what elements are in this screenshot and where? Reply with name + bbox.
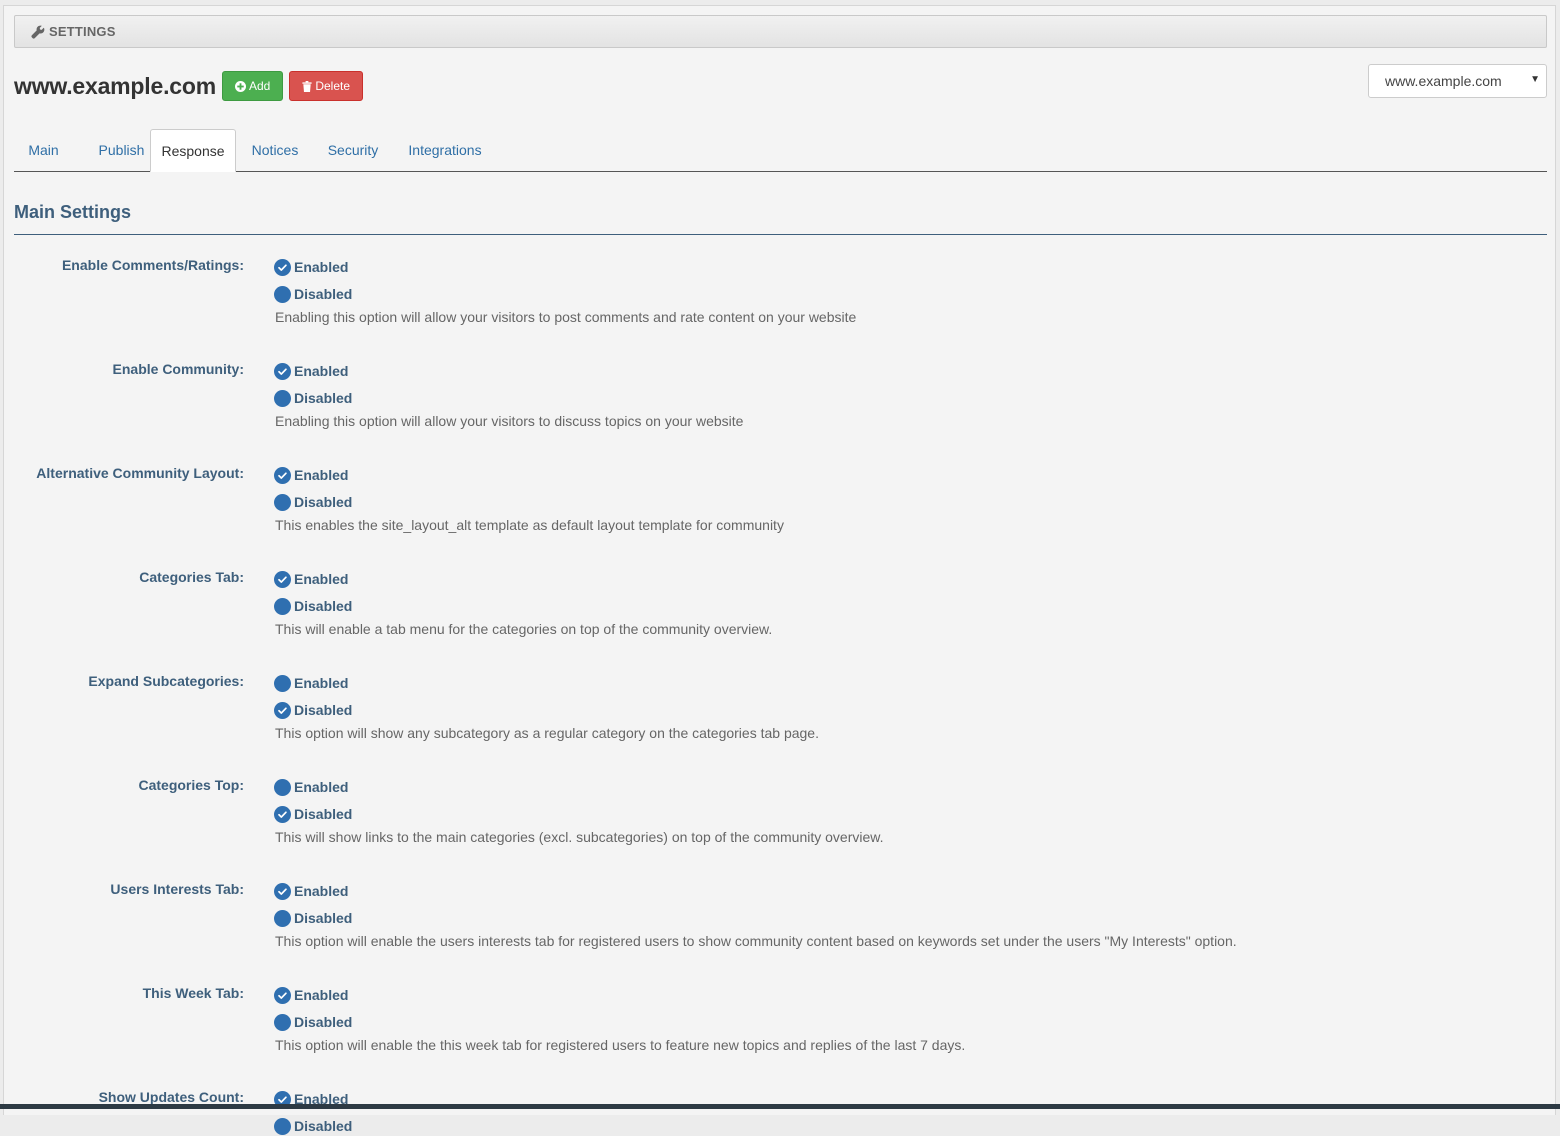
option-label: Disabled: [294, 494, 353, 510]
option-label: Disabled: [294, 1014, 353, 1030]
radio-unchecked-icon[interactable]: [274, 493, 291, 511]
option-enabled[interactable]: Enabled: [274, 881, 348, 901]
radio-checked-icon[interactable]: [274, 466, 291, 484]
setting-description: Enabling this option will allow your vis…: [275, 309, 857, 325]
setting-description: Enabling this option will allow your vis…: [275, 413, 744, 429]
setting-label: Alternative Community Layout:: [36, 465, 244, 481]
setting-label: Categories Top:: [138, 777, 244, 793]
tab-security[interactable]: Security: [320, 129, 386, 171]
radio-checked-icon[interactable]: [274, 362, 291, 380]
option-disabled[interactable]: Disabled: [274, 388, 352, 408]
tab-notices[interactable]: Notices: [243, 129, 307, 171]
option-enabled[interactable]: Enabled: [274, 777, 348, 797]
option-disabled[interactable]: Disabled: [274, 596, 352, 616]
radio-checked-icon[interactable]: [274, 570, 291, 588]
option-disabled[interactable]: Disabled: [274, 908, 352, 928]
option-label: Disabled: [294, 806, 353, 822]
site-title: www.example.com: [14, 72, 216, 99]
setting-label: Enable Community:: [112, 361, 244, 377]
setting-description: This option will show any subcategory as…: [275, 725, 819, 741]
site-title-row: www.example.com Add Delete: [14, 69, 369, 103]
tab-integrations[interactable]: Integrations: [398, 129, 492, 171]
setting-label: Expand Subcategories:: [88, 673, 244, 689]
option-disabled[interactable]: Disabled: [274, 700, 352, 720]
option-disabled[interactable]: Disabled: [274, 804, 352, 824]
option-label: Enabled: [294, 675, 349, 691]
radio-unchecked-icon[interactable]: [274, 1013, 291, 1031]
tab-bar: Main Publish Response Notices Security I…: [14, 129, 1547, 172]
option-label: Enabled: [294, 363, 349, 379]
setting-label: Enable Comments/Ratings:: [61, 257, 244, 273]
delete-button[interactable]: Delete: [289, 71, 363, 101]
setting-description: This option will enable the this week ta…: [275, 1037, 966, 1053]
radio-unchecked-icon[interactable]: [274, 674, 291, 692]
option-label: Disabled: [294, 702, 353, 718]
wrench-icon: [31, 25, 45, 39]
caret-down-icon: ▼: [1530, 74, 1540, 85]
option-enabled[interactable]: Enabled: [274, 673, 348, 693]
tab-main[interactable]: Main: [14, 129, 73, 171]
add-button[interactable]: Add: [221, 71, 284, 101]
setting-description: This enables the site_layout_alt templat…: [275, 517, 784, 533]
option-label: Disabled: [294, 910, 353, 926]
radio-checked-icon[interactable]: [274, 986, 291, 1004]
option-label: Enabled: [294, 779, 349, 795]
section-divider: [14, 234, 1547, 235]
setting-label: Show Updates Count:: [98, 1089, 244, 1105]
radio-unchecked-icon[interactable]: [274, 389, 291, 407]
option-enabled[interactable]: Enabled: [274, 985, 348, 1005]
site-select[interactable]: www.example.com ▼: [1368, 64, 1547, 98]
radio-checked-icon[interactable]: [274, 882, 291, 900]
radio-checked-icon[interactable]: [274, 805, 291, 823]
option-label: Disabled: [294, 1118, 353, 1134]
option-label: Disabled: [294, 390, 353, 406]
setting-label: Categories Tab:: [139, 569, 244, 585]
option-label: Disabled: [294, 598, 353, 614]
radio-unchecked-icon[interactable]: [274, 909, 291, 927]
option-enabled[interactable]: Enabled: [274, 569, 348, 589]
radio-unchecked-icon[interactable]: [274, 285, 291, 303]
delete-button-label: Delete: [315, 79, 350, 93]
option-label: Enabled: [294, 987, 349, 1003]
add-button-label: Add: [248, 79, 271, 93]
settings-frame: SETTINGS www.example.com Add Delete www.…: [3, 5, 1556, 1135]
plus-circle-icon: [234, 80, 246, 92]
section-title: Main Settings: [14, 202, 132, 222]
setting-label: This Week Tab:: [142, 985, 244, 1001]
radio-unchecked-icon[interactable]: [274, 778, 291, 796]
option-label: Enabled: [294, 571, 349, 587]
option-enabled[interactable]: Enabled: [274, 465, 348, 485]
option-label: Enabled: [294, 467, 349, 483]
panel-header: SETTINGS: [14, 15, 1547, 48]
panel-title: SETTINGS: [49, 24, 116, 39]
radio-checked-icon[interactable]: [274, 701, 291, 719]
option-enabled[interactable]: Enabled: [274, 257, 348, 277]
radio-checked-icon[interactable]: [274, 258, 291, 276]
radio-unchecked-icon[interactable]: [274, 1117, 291, 1135]
option-enabled[interactable]: Enabled: [274, 361, 348, 381]
option-label: Disabled: [294, 286, 353, 302]
setting-label: Users Interests Tab:: [110, 881, 244, 897]
option-label: Enabled: [294, 259, 349, 275]
radio-unchecked-icon[interactable]: [274, 597, 291, 615]
trash-icon: [302, 80, 312, 92]
setting-description: This option will enable the users intere…: [275, 933, 1237, 949]
bottom-bar: [0, 1104, 1560, 1109]
setting-description: This will show links to the main categor…: [275, 829, 884, 845]
option-label: Enabled: [294, 883, 349, 899]
option-disabled[interactable]: Disabled: [274, 1012, 352, 1032]
site-select-value: www.example.com: [1385, 73, 1502, 89]
option-disabled[interactable]: Disabled: [274, 1116, 352, 1136]
option-disabled[interactable]: Disabled: [274, 284, 352, 304]
option-disabled[interactable]: Disabled: [274, 492, 352, 512]
tab-response[interactable]: Response: [150, 129, 236, 172]
setting-description: This will enable a tab menu for the cate…: [275, 621, 773, 637]
